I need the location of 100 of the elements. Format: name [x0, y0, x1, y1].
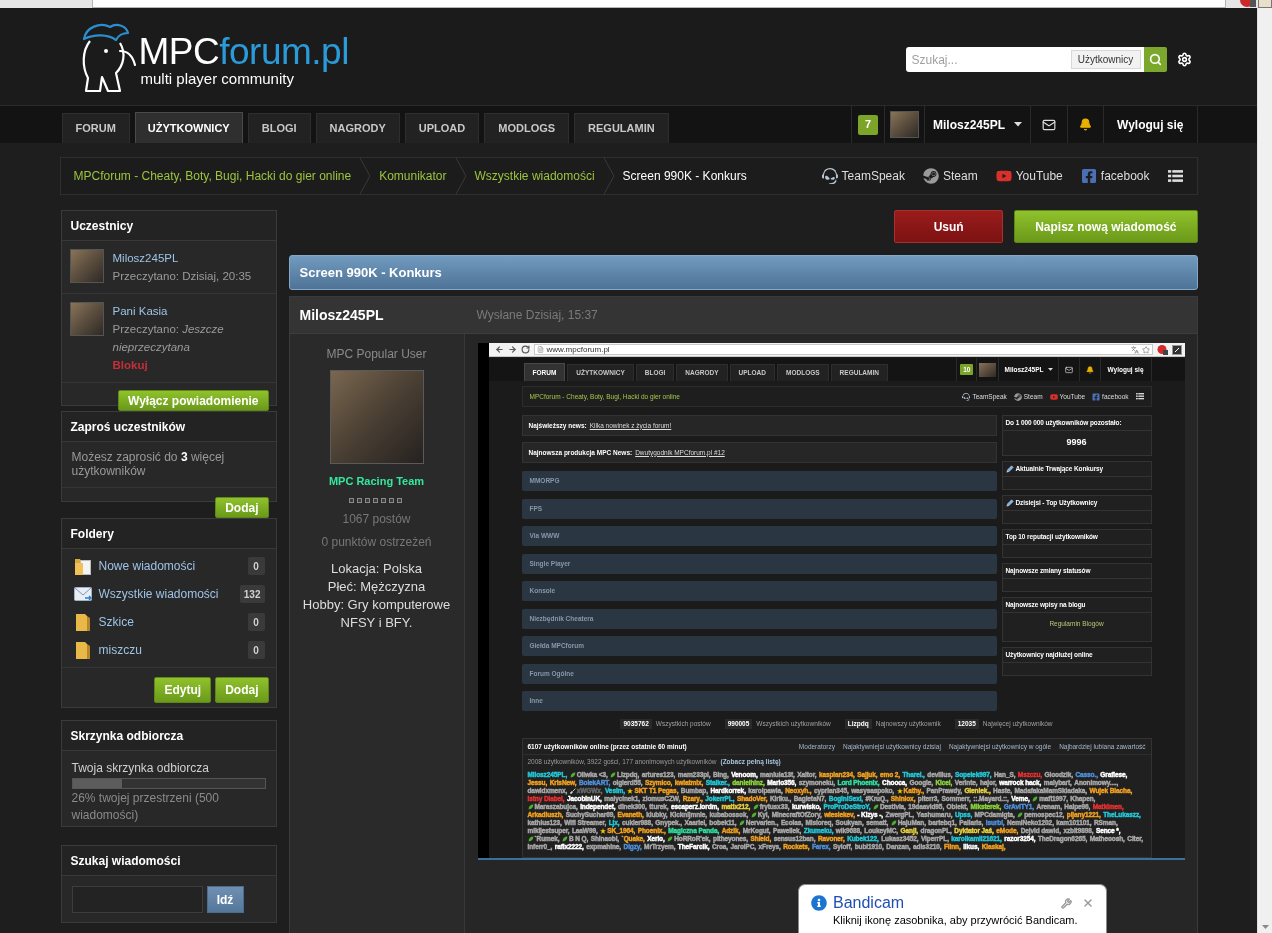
folder-link[interactable]: Wszystkie wiadomości — [98, 585, 233, 603]
social-link[interactable]: YouTube — [995, 167, 1063, 185]
list-view-icon[interactable] — [1135, 393, 1144, 400]
read-status: Przeczytano: Dzisiaj, 20:35 — [112, 269, 252, 284]
back-arrow-icon[interactable] — [494, 345, 504, 354]
breadcrumb-link[interactable]: Screen 990K - Konkurs — [622, 167, 747, 185]
panel-title: Szukaj wiadomości — [61, 846, 276, 876]
nav-tab[interactable]: NAGRODY — [315, 113, 400, 143]
search-field[interactable]: Szukaj... — [905, 47, 1068, 72]
rank-pips-icon — [349, 497, 404, 503]
message-count-badge: 0 — [247, 641, 265, 659]
folder-link[interactable]: miszczu — [98, 641, 241, 659]
search-scope-dropdown[interactable]: Użytkownicy — [1067, 47, 1144, 72]
nav-tab[interactable]: REGULAMIN — [574, 113, 669, 143]
avatar-photo-placeholder — [69, 249, 104, 283]
member-name-link[interactable]: Pani Kasia — [112, 302, 268, 320]
leaf-icon — [1032, 796, 1039, 802]
folder-link[interactable]: Szkice — [98, 613, 241, 631]
reload-icon[interactable] — [520, 345, 530, 354]
invite-text: Możesz zaprosić do 3 więcej użytkowników — [70, 449, 226, 480]
profile-field: Lokacja: Polska — [330, 559, 423, 578]
teamspeak-logo-icon — [821, 168, 838, 184]
star-icon — [896, 788, 903, 794]
nav-tab[interactable]: UPLOAD — [404, 113, 480, 143]
extension-icon[interactable] — [1171, 344, 1182, 355]
pencil-icon — [1005, 465, 1014, 473]
forward-arrow-icon[interactable] — [507, 345, 517, 354]
envelope-icon — [1042, 117, 1057, 132]
extension-icon[interactable] — [1156, 344, 1168, 355]
translate-icon[interactable] — [1130, 345, 1139, 354]
nav-tab[interactable]: FORUM — [61, 113, 130, 143]
leaf-icon — [667, 836, 674, 842]
caret-icon — [1047, 368, 1053, 371]
folder-link[interactable]: Nowe wiadomości — [98, 557, 241, 575]
notification-count-badge: 7 — [858, 114, 878, 135]
folder-icon — [75, 613, 90, 631]
nav-tab[interactable]: UŻYTKOWNICY — [134, 112, 243, 143]
profile-field: Płeć: Mężczyzna — [327, 577, 426, 596]
youtube-logo-icon — [1049, 392, 1058, 401]
search-icon — [1148, 53, 1162, 66]
read-status: Przeczytano: Jeszcze nieprzeczytana — [112, 322, 225, 355]
delete-button[interactable]: Usuń — [894, 210, 1004, 243]
search-go-button[interactable]: Idź — [206, 886, 244, 913]
post-date: Wysłane Dzisiaj, 15:37 — [475, 307, 598, 324]
address-field[interactable]: www.mpcforum.pl — [533, 344, 1153, 355]
nav-tab[interactable]: MODLOGS — [484, 113, 570, 143]
author-post-count: 1067 postów — [342, 510, 411, 528]
member-name-link[interactable]: Milosz245PL — [112, 249, 252, 267]
envelope-icon — [73, 587, 92, 601]
inbox-usage-text: 26% twojej przestrzeni (500 wiadomości) — [71, 790, 220, 824]
list-view-icon[interactable] — [1167, 170, 1183, 182]
youtube-logo-icon — [995, 168, 1012, 184]
folder-document-icon — [74, 557, 91, 575]
teamspeak-logo-icon — [962, 392, 971, 401]
nav-tab[interactable]: BLOGI — [247, 113, 311, 143]
author-warnings: 0 punktów ostrzeżeń — [321, 533, 432, 551]
settings-icon[interactable] — [1176, 52, 1192, 67]
social-link[interactable]: TeamSpeak — [821, 167, 905, 185]
panel-title: Zaproś uczestników — [61, 412, 276, 442]
extension-icon[interactable] — [1240, 0, 1256, 8]
scroll-down-arrow-icon[interactable] — [1261, 925, 1269, 929]
bell-icon — [1079, 118, 1093, 131]
search-button[interactable] — [1143, 47, 1167, 72]
message-search-field[interactable] — [71, 886, 203, 913]
avatar-photo-placeholder — [69, 302, 104, 336]
logout-link[interactable]: Wyloguj się — [1103, 106, 1198, 143]
conversation-title: Screen 990K - Konkurs — [288, 255, 1198, 290]
message-count-badge: 132 — [239, 585, 265, 603]
leaf-icon — [873, 804, 879, 810]
breadcrumb-link[interactable]: MPCforum - Cheaty, Boty, Bugi, Hacki do gier online — [73, 167, 352, 185]
bell-icon — [1085, 365, 1094, 374]
facebook-logo-icon — [1092, 392, 1101, 401]
breadcrumb-link[interactable]: Wszystkie wiadomości — [474, 167, 595, 185]
users-remaining-count: 9996 — [1065, 436, 1088, 450]
message-count-badge: 0 — [247, 557, 265, 575]
caret-icon — [1014, 122, 1023, 127]
wrench-icon[interactable] — [1061, 897, 1072, 909]
steam-logo-icon — [1013, 392, 1022, 401]
brush-icon — [569, 788, 576, 794]
leaf-icon — [527, 836, 534, 842]
page-icon — [536, 346, 544, 353]
logo-wordmark: MPCforum.pl — [138, 32, 349, 71]
message-count-badge: 0 — [247, 613, 265, 631]
panel-title: Foldery — [61, 519, 276, 549]
logo-tagline: multi player community — [140, 70, 294, 87]
bookmark-star-icon[interactable] — [1141, 345, 1150, 354]
inbox-label: Twoja skrzynka odbiorcza — [71, 761, 210, 775]
close-icon[interactable] — [1082, 897, 1094, 909]
star-icon — [600, 828, 607, 834]
popup-message: Kliknij ikonę zasobnika, aby przywrócić Bandicam. — [833, 913, 1079, 927]
breadcrumb-link[interactable]: Komunikator — [379, 167, 447, 185]
social-link[interactable]: facebook — [1080, 167, 1150, 185]
social-link[interactable]: Steam — [922, 167, 978, 185]
facebook-logo-icon — [1080, 168, 1097, 184]
user-menu[interactable]: Milosz245PL — [924, 106, 1031, 143]
panel-title: Skrzynka odbiorcza — [61, 721, 276, 751]
author-group: MPC Racing Team — [328, 473, 425, 490]
avatar-photo-placeholder — [890, 111, 919, 138]
star-icon — [627, 788, 634, 794]
author-rank: MPC Popular User — [326, 346, 427, 363]
